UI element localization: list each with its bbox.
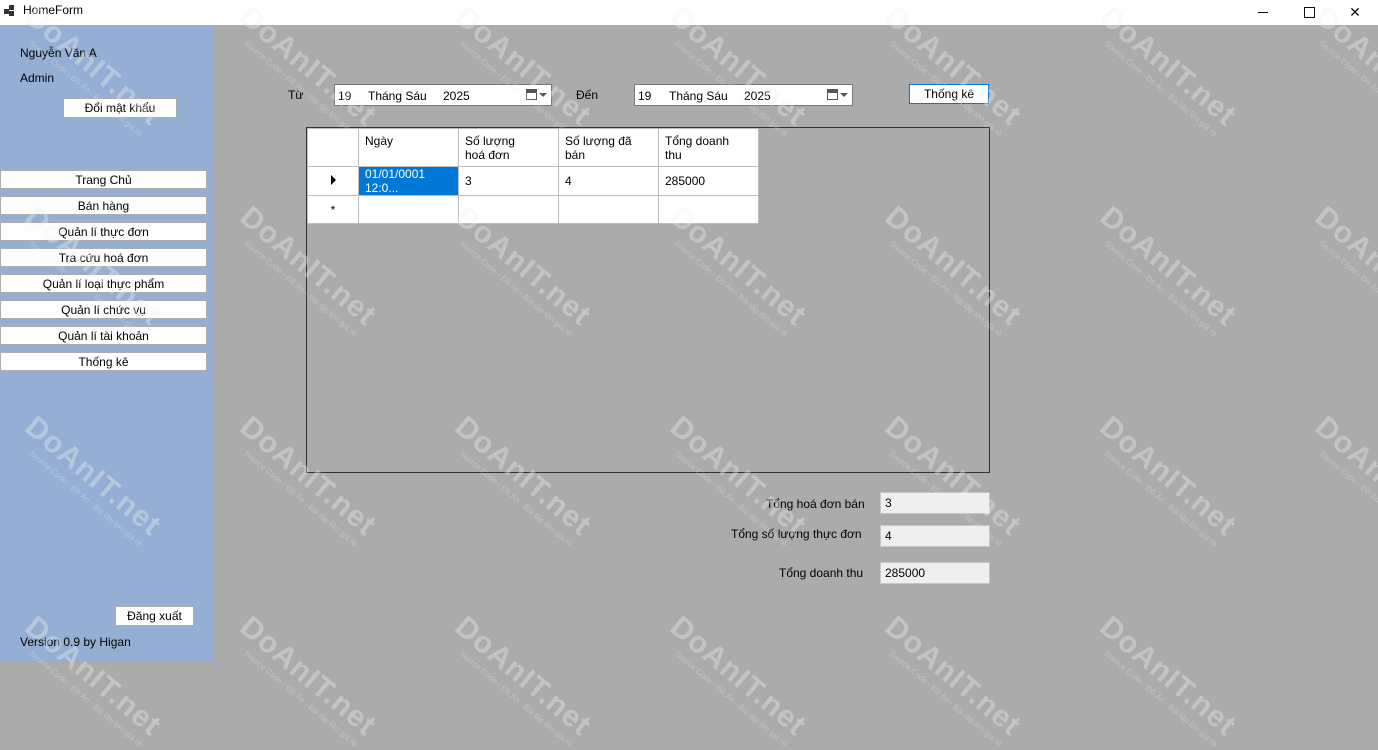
chevron-down-icon (539, 93, 547, 97)
watermark-logo: DoAnIT.net (1093, 410, 1243, 543)
row-pointer-icon (330, 175, 336, 185)
total-invoices-field[interactable]: 3 (880, 492, 990, 514)
new-row[interactable]: * (307, 195, 759, 224)
watermark: DoAnIT.netSource Code - Đồ Án - Bài tập … (657, 610, 813, 750)
grid-table: Ngày Số lượng hoá đơn Số lượng đã bán Tổng… (307, 128, 759, 224)
close-icon: ✕ (1349, 4, 1361, 20)
nav-statistics-button[interactable]: Thống kê (0, 352, 207, 371)
title-bar: HomeForm ✕ (0, 0, 1378, 25)
calendar-icon (827, 89, 838, 100)
watermark: DoAnIT.netSource Code - Đồ Án - Bài tập … (1087, 410, 1243, 550)
watermark: DoAnIT.netSource Code - Đồ Án - Bài tập … (227, 610, 383, 750)
total-revenue-field[interactable]: 285000 (880, 562, 990, 584)
watermark: DoAnIT.netSource Code - Đồ Án - Bài tập … (442, 610, 598, 750)
version-label: Version 0.9 by Higan (20, 635, 131, 649)
nav-account-management-button[interactable]: Quản lí tài khoản (0, 326, 207, 345)
watermark-tagline: Source Code - Đồ Án - Bài tập lớn giá rẻ (1317, 238, 1378, 338)
nav-food-category-button[interactable]: Quản lí loại thực phẩm (0, 274, 207, 293)
watermark-logo: DoAnIT.net (233, 610, 383, 743)
watermark: DoAnIT.netSource Code - Đồ Án - Bài tập … (1302, 410, 1378, 550)
maximize-button[interactable] (1286, 0, 1332, 25)
row-header-cell[interactable] (307, 166, 359, 196)
close-button[interactable]: ✕ (1332, 0, 1378, 25)
from-year: 2025 (443, 89, 470, 103)
calendar-icon (526, 89, 537, 100)
minimize-icon (1258, 12, 1268, 13)
watermark-logo: DoAnIT.net (1093, 610, 1243, 743)
chevron-down-icon (840, 93, 848, 97)
to-year: 2025 (744, 89, 771, 103)
watermark-tagline: Source Code - Đồ Án - Bài tập lớn giá rẻ (1317, 38, 1378, 138)
watermark-tagline: Source Code - Đồ Án - Bài tập lớn giá rẻ (242, 648, 359, 749)
watermark-tagline: Source Code - Đồ Án - Bài tập lớn giá rẻ (457, 648, 574, 749)
column-header-date[interactable]: Ngày (358, 128, 459, 167)
cell-invoice-count[interactable]: 3 (458, 166, 559, 196)
watermark-logo: DoAnIT.net (1308, 200, 1378, 333)
cell-revenue[interactable]: 285000 (658, 166, 759, 196)
to-label: Đến (576, 88, 599, 102)
change-password-button[interactable]: Đổi mật khẩu (63, 98, 177, 118)
window-title: HomeForm (23, 3, 84, 17)
watermark-tagline: Source Code - Đồ Án - Bài tập lớn giá rẻ (1102, 238, 1219, 339)
statistics-button[interactable]: Thống kê (909, 84, 989, 104)
column-header-revenue[interactable]: Tổng doanh thu (658, 128, 759, 167)
column-header-invoice-count[interactable]: Số lượng hoá đơn (458, 128, 559, 167)
maximize-icon (1303, 7, 1315, 18)
nav-sales-button[interactable]: Bán hàng (0, 196, 207, 215)
nav-position-management-button[interactable]: Quản lí chức vụ (0, 300, 207, 319)
nav-invoice-lookup-button[interactable]: Tra cứu hoá đơn (0, 248, 207, 267)
sidebar: Nguyễn Văn A Admin Đổi mật khẩu Trang Ch… (0, 25, 213, 662)
watermark: DoAnIT.netSource Code - Đồ Án - Bài tập … (1087, 200, 1243, 340)
watermark-tagline: Source Code - Đồ Án - Bài tập lớn giá rẻ (27, 648, 144, 749)
watermark-tagline: Source Code - Đồ Án - Bài tập lớn giá rẻ (672, 648, 789, 749)
watermark-tagline: Source Code - Đồ Án - Bài tập lớn giá rẻ (1317, 448, 1378, 548)
new-cell-revenue[interactable] (658, 195, 759, 224)
from-label: Từ (288, 88, 304, 102)
watermark-logo: DoAnIT.net (448, 610, 598, 743)
watermark-tagline: Source Code - Đồ Án - Bài tập lớn giá rẻ (1102, 648, 1219, 749)
watermark: DoAnIT.netSource Code - Đồ Án - Bài tập … (872, 610, 1028, 750)
user-name: Nguyễn Văn A (20, 46, 97, 60)
watermark-logo: DoAnIT.net (878, 610, 1028, 743)
cell-items-sold[interactable]: 4 (558, 166, 659, 196)
watermark-tagline: Source Code - Đồ Án - Bài tập lớn giá rẻ (887, 648, 1004, 749)
watermark-logo: DoAnIT.net (1308, 410, 1378, 543)
minimize-button[interactable] (1240, 0, 1286, 25)
total-items-label: Tổng số lượng thực đơn (731, 527, 862, 541)
nav-menu-management-button[interactable]: Quản lí thực đơn (0, 222, 207, 241)
corner-header-cell[interactable] (307, 128, 359, 167)
app-icon (4, 5, 16, 17)
statistics-grid[interactable]: Ngày Số lượng hoá đơn Số lượng đã bán Tổng… (306, 127, 990, 473)
new-cell-invoice-count[interactable] (458, 195, 559, 224)
column-header-items-sold[interactable]: Số lượng đã bán (558, 128, 659, 167)
watermark-logo: DoAnIT.net (663, 610, 813, 743)
table-row[interactable]: 01/01/0001 12:0... 3 4 285000 (307, 166, 759, 196)
watermark: DoAnIT.netSource Code - Đồ Án - Bài tập … (1302, 200, 1378, 340)
watermark: DoAnIT.netSource Code - Đồ Án - Bài tập … (1087, 610, 1243, 750)
cell-date[interactable]: 01/01/0001 12:0... (358, 166, 459, 196)
new-cell-date[interactable] (358, 195, 459, 224)
from-month: Tháng Sáu (368, 89, 427, 103)
new-row-marker: * (307, 195, 359, 224)
user-role: Admin (20, 71, 55, 85)
nav-home-button[interactable]: Trang Chủ (0, 170, 207, 189)
logout-button[interactable]: Đăng xuất (115, 606, 194, 626)
total-invoices-label: Tổng hoá đơn bán (766, 497, 865, 511)
total-items-field[interactable]: 4 (880, 525, 990, 547)
to-month: Tháng Sáu (669, 89, 728, 103)
watermark-tagline: Source Code - Đồ Án - Bài tập lớn giá rẻ (1102, 448, 1219, 549)
watermark-logo: DoAnIT.net (1093, 200, 1243, 333)
new-cell-items-sold[interactable] (558, 195, 659, 224)
total-revenue-label: Tổng doanh thu (779, 566, 864, 580)
watermark-tagline: Source Code - Đồ Án - Bài tập lớn giá rẻ (1102, 38, 1219, 139)
from-day: 19 (338, 89, 352, 103)
to-day: 19 (638, 89, 652, 103)
to-date-picker[interactable]: 19 Tháng Sáu 2025 (634, 84, 853, 106)
from-date-picker[interactable]: 19 Tháng Sáu 2025 (334, 84, 552, 106)
header-row: Ngày Số lượng hoá đơn Số lượng đã bán Tổng… (307, 128, 759, 167)
